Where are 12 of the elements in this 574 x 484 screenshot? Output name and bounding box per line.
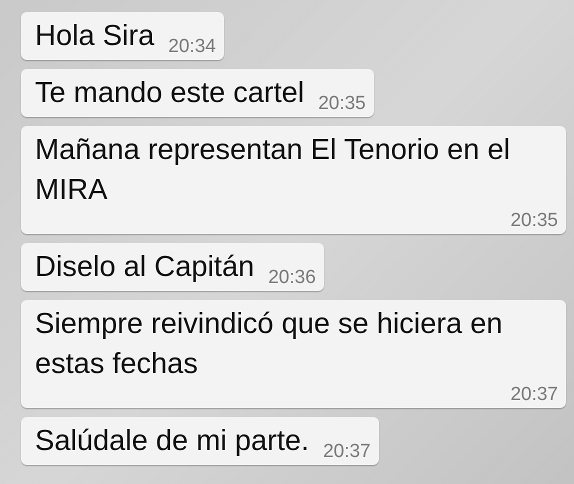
message-time: 20:34: [167, 36, 216, 58]
message-text: Te mando este cartel: [35, 76, 304, 111]
message-time: 20:36: [267, 267, 316, 289]
message-text: Diselo al Capitán: [35, 250, 254, 285]
message-text: Hola Sira: [35, 19, 154, 54]
message-text: Mañana representan El Tenorio en el MIRA: [35, 133, 512, 208]
message-text: Siempre reivindicó que se hiciera en estas fechas: [35, 307, 504, 382]
message-time: 20:37: [322, 441, 371, 463]
message-time: 20:35: [509, 210, 558, 232]
message-time: 20:37: [509, 384, 558, 406]
message-time: 20:35: [317, 93, 366, 115]
message-text: Salúdale de mi parte.: [35, 424, 310, 459]
